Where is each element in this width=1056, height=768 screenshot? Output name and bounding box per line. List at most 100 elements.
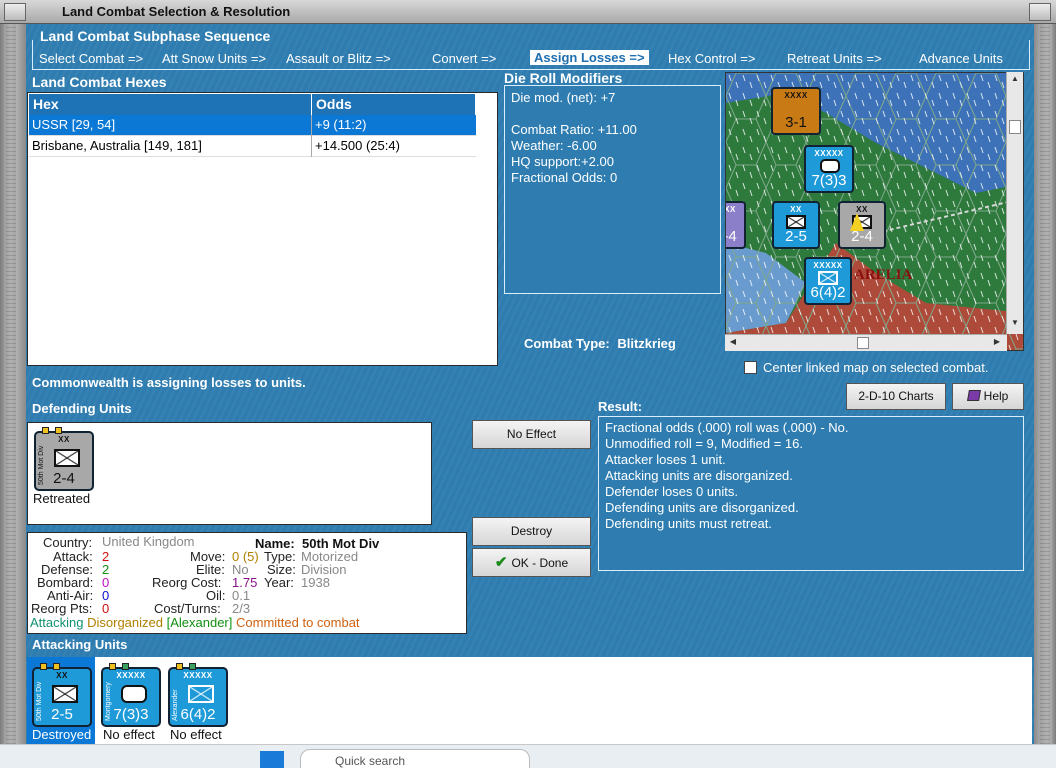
result-line: Attacking units are disorganized. xyxy=(605,468,793,483)
combat-type-label: Combat Type: xyxy=(524,336,610,351)
taskbar-search[interactable]: Quick search xyxy=(300,749,530,768)
linked-map[interactable]: XXXX 3-1 XXXXX 7(3)3 XX 2-5 XX 2-4 XX -4… xyxy=(725,72,1024,351)
window-close-button[interactable] xyxy=(1029,3,1051,21)
modifiers-title: Die Roll Modifiers xyxy=(504,70,623,86)
scroll-down-arrow-icon[interactable]: ▼ xyxy=(1009,318,1021,330)
combat-hexes-title: Land Combat Hexes xyxy=(32,74,167,90)
status-disorganized: Disorganized xyxy=(87,615,163,630)
unit-strength: -4 xyxy=(726,228,737,245)
result-panel: Fractional odds (.000) roll was (.000) -… xyxy=(598,416,1024,571)
charts-button[interactable]: 2-D-10 Charts xyxy=(846,383,946,410)
attacking-units-title: Attacking Units xyxy=(32,637,128,652)
unit-size: XX xyxy=(725,205,736,214)
modifier-line: HQ support:+2.00 xyxy=(511,154,614,169)
unit-strength: 6(4)2 xyxy=(810,284,846,301)
window-titlebar: Land Combat Selection & Resolution xyxy=(0,0,1056,24)
map-counter-partial[interactable]: XX -4 xyxy=(725,201,746,249)
status-message: Commonwealth is assigning losses to unit… xyxy=(32,375,306,390)
map-counter-montgomery[interactable]: XXXXX 7(3)3 xyxy=(804,145,854,193)
start-icon[interactable] xyxy=(260,751,284,768)
window-title: Land Combat Selection & Resolution xyxy=(62,4,291,19)
map-counter-50th-mot-div-attacker[interactable]: XX 2-5 xyxy=(772,201,820,249)
unit-status-line: Attacking Disorganized [Alexander] Commi… xyxy=(30,616,360,629)
os-taskbar: Quick search xyxy=(0,744,1056,768)
year-value: 1938 xyxy=(301,575,330,590)
help-label: Help xyxy=(983,389,1009,403)
attacking-units-panel: XX 50th Mot Div 2-5 Destroyed XXXXX Mont… xyxy=(27,657,1032,744)
help-button[interactable]: Help xyxy=(952,383,1024,410)
reorg-pts-value: 0 xyxy=(102,601,110,616)
unit-size: XXXXX xyxy=(813,261,843,270)
unit-size: XXXXX xyxy=(814,149,844,158)
window-frame-right xyxy=(1034,24,1056,744)
phase-assault-or-blitz[interactable]: Assault or Blitz => xyxy=(286,51,391,66)
result-line: Unmodified roll = 9, Modified = 16. xyxy=(605,436,803,451)
cost-turns-value: 2/3 xyxy=(232,601,251,616)
map-vertical-scrollbar[interactable]: ▲ ▼ xyxy=(1006,72,1023,334)
reorg-pts-label: Reorg Pts: xyxy=(31,601,93,616)
window-menu-button[interactable] xyxy=(4,3,26,21)
taskbar-search-placeholder: Quick search xyxy=(335,754,406,768)
table-row[interactable]: USSR [29, 54] +9 (11:2) xyxy=(29,115,476,136)
country-label: Country: xyxy=(43,535,93,550)
defending-units-title: Defending Units xyxy=(32,401,132,416)
no-effect-button[interactable]: No Effect xyxy=(472,420,591,449)
defending-units-panel: XX 50th Mot Div 2-4 Retreated xyxy=(27,422,432,525)
column-header-hex[interactable]: Hex xyxy=(29,94,312,115)
marker-icon xyxy=(55,427,62,434)
unit-size: XXXX xyxy=(784,91,808,100)
checkmark-icon: ✔ xyxy=(494,554,508,571)
status-attacking: Attacking xyxy=(30,615,84,630)
phase-convert[interactable]: Convert => xyxy=(432,51,496,66)
phase-assign-losses[interactable]: Assign Losses => xyxy=(530,50,649,65)
scroll-thumb[interactable] xyxy=(1009,120,1021,134)
map-counter-alexander[interactable]: XXXXX 6(4)2 xyxy=(804,257,852,305)
infantry-icon xyxy=(786,215,806,229)
marker-icon xyxy=(109,663,116,670)
help-book-icon xyxy=(966,390,981,401)
unit-size: XXXXX xyxy=(116,671,146,680)
phase-hex-control[interactable]: Hex Control => xyxy=(668,51,755,66)
unit-size: XX xyxy=(56,671,68,680)
map-counter-33rd-corps[interactable]: XXXX 3-1 xyxy=(771,87,821,135)
odds-cell: +14.500 (25:4) xyxy=(315,138,400,153)
attacking-unit-counter[interactable]: XXXXX Alexander 6(4)2 xyxy=(168,663,228,727)
hex-cell: USSR [29, 54] xyxy=(32,117,116,132)
phase-att-snow-units[interactable]: Att Snow Units => xyxy=(162,51,266,66)
map-horizontal-scrollbar[interactable]: ◀ ▶ xyxy=(725,334,1007,351)
center-map-checkbox[interactable] xyxy=(744,361,757,374)
defending-unit-counter[interactable]: XX 50th Mot Div 2-4 xyxy=(34,427,94,491)
country-value: United Kingdom xyxy=(102,534,195,549)
unit-markers xyxy=(109,663,129,670)
unit-strength: 6(4)2 xyxy=(180,706,216,723)
column-divider xyxy=(311,115,312,157)
table-row[interactable]: Brisbane, Australia [149, 181] +14.500 (… xyxy=(29,136,476,157)
destroy-button[interactable]: Destroy xyxy=(472,517,591,546)
unit-strength: 2-4 xyxy=(53,470,75,487)
odds-cell: +9 (11:2) xyxy=(315,117,367,132)
unit-size: XX xyxy=(856,205,868,214)
map-counter-50th-mot-div-defender[interactable]: XX 2-4 xyxy=(838,201,886,249)
unit-strength: 3-1 xyxy=(785,114,807,131)
phase-retreat-units[interactable]: Retreat Units => xyxy=(787,51,882,66)
scroll-thumb[interactable] xyxy=(857,337,869,349)
attacking-unit-counter[interactable]: XXXXX Montgomery 7(3)3 xyxy=(101,663,161,727)
ok-done-button[interactable]: ✔ OK - Done xyxy=(472,548,591,577)
scroll-left-arrow-icon[interactable]: ◀ xyxy=(727,337,739,349)
attacking-unit-status: No effect xyxy=(170,727,222,742)
scroll-right-arrow-icon[interactable]: ▶ xyxy=(991,337,1003,349)
unit-size: XXXXX xyxy=(183,671,213,680)
unit-markers xyxy=(40,663,60,670)
marker-icon xyxy=(189,663,196,670)
scroll-up-arrow-icon[interactable]: ▲ xyxy=(1009,74,1021,86)
attacking-unit-counter[interactable]: XX 50th Mot Div 2-5 xyxy=(32,663,92,727)
infantry-icon xyxy=(188,685,214,703)
defending-unit-status: Retreated xyxy=(33,491,91,506)
marker-icon xyxy=(40,663,47,670)
combat-type: Combat Type: Blitzkrieg xyxy=(524,336,676,351)
phase-select-combat[interactable]: Select Combat => xyxy=(39,51,143,66)
result-line: Fractional odds (.000) roll was (.000) -… xyxy=(605,420,849,435)
infantry-icon xyxy=(818,271,838,285)
phase-advance-units[interactable]: Advance Units xyxy=(919,51,1003,66)
column-header-odds[interactable]: Odds xyxy=(312,94,476,115)
